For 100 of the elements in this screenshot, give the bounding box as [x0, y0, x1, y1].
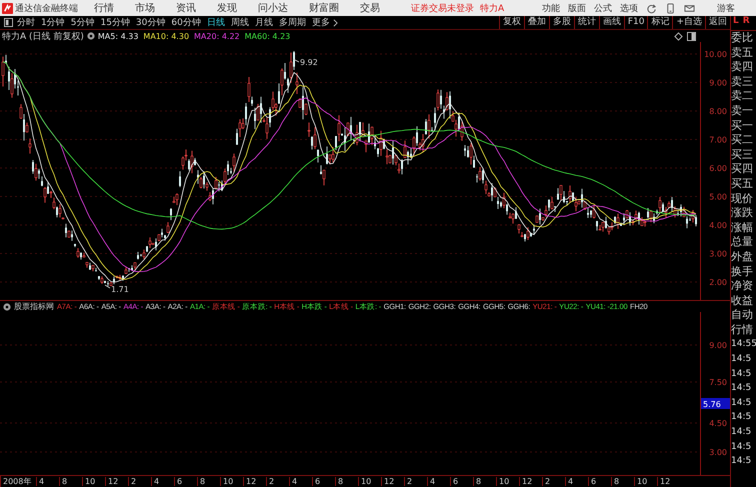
price-axis-label: 5.00 [709, 192, 727, 202]
date-axis-label: 12 [657, 477, 680, 486]
side-tab[interactable]: R [742, 16, 750, 30]
period-tab[interactable]: 周线 [230, 16, 249, 29]
leader-line [292, 58, 300, 62]
trade-time: 14:5 [731, 455, 752, 468]
settings-icon[interactable] [3, 302, 11, 310]
menu-item[interactable]: 行情 [94, 1, 114, 15]
period-tab[interactable]: 15分钟 [100, 16, 130, 29]
login-status[interactable]: 证券交易未登录 [411, 2, 474, 14]
panel-toggle-icon[interactable] [687, 32, 696, 40]
date-axis-label: 10 [496, 477, 519, 486]
date-axis-label: 4 [427, 477, 450, 486]
user-label[interactable]: 游客 [717, 2, 736, 14]
date-axis-label: 2 [266, 477, 289, 486]
quote-label: 卖五 [731, 46, 754, 60]
indicator-axis-label: 9.00 [709, 341, 727, 350]
period-tab[interactable]: 更多 [312, 16, 330, 29]
menu-item[interactable]: 市场 [135, 1, 155, 15]
period-tab[interactable]: 30分钟 [136, 16, 166, 29]
date-axis-label: 6 [450, 477, 473, 486]
caret-icon[interactable] [332, 18, 338, 26]
refresh-icon[interactable] [646, 2, 658, 14]
side-tab[interactable]: L [733, 16, 739, 30]
menu-item[interactable]: 资讯 [176, 1, 196, 15]
date-axis-label: 6 [174, 477, 197, 486]
menu-item[interactable]: 财富圈 [309, 1, 339, 15]
toolbar-button[interactable]: 多股 [548, 16, 574, 29]
moving-average-value: MA60: 4.23 [244, 32, 290, 40]
phone-icon[interactable] [665, 2, 676, 14]
price-axis-label: 10.00 [704, 50, 727, 59]
trade-time: 14:5 [731, 426, 752, 440]
menu-item[interactable]: 版面 [568, 2, 586, 14]
date-axis-label: 2 [404, 477, 427, 486]
quote-label: 涨幅 [731, 220, 754, 236]
menu-item[interactable]: 功能 [542, 2, 560, 14]
indicator-axis-label: 7.50 [709, 378, 727, 387]
price-axis-label: 8.00 [709, 107, 727, 116]
date-axis-label: 10 [358, 477, 381, 486]
low-price-label: 1.71 [111, 285, 129, 294]
date-axis-label: 12 [381, 477, 404, 486]
toolbar-button[interactable]: 统计 [574, 16, 599, 29]
toolbar-button[interactable]: 画线 [598, 16, 624, 29]
quote-label: 外盘 [731, 250, 754, 264]
panel-toggle-icon[interactable] [4, 18, 13, 27]
quote-label: 现价 [731, 192, 754, 206]
settings-icon[interactable] [86, 32, 95, 40]
date-axis-label: 4 [151, 477, 174, 486]
date-axis-label: 4 [289, 477, 312, 486]
menu-item[interactable]: 问小达 [258, 1, 288, 15]
app-title: 通达信金融终端 [15, 2, 78, 14]
trade-time: 14:5 [731, 382, 752, 396]
trade-time: 14:5 [731, 368, 752, 381]
quote-label: 涨跌 [731, 206, 754, 221]
price-axis-label: 2.00 [709, 278, 727, 287]
date-axis-label: 2008年 [0, 476, 36, 487]
current-value-badge: 5.76 [701, 398, 730, 409]
date-axis-label: 2 [542, 477, 565, 486]
toolbar-button[interactable]: 标记 [647, 16, 672, 29]
date-axis-label: 12 [243, 477, 266, 486]
period-tab[interactable]: 分时 [17, 16, 35, 29]
quote-label: 买一 [731, 118, 754, 134]
quote-label: 收益 [731, 294, 754, 308]
message-icon[interactable] [684, 2, 696, 14]
diamond-icon[interactable] [674, 32, 683, 40]
period-tab[interactable]: 5分钟 [70, 16, 94, 29]
toolbar-button[interactable]: +自选 [672, 16, 705, 29]
date-axis-label: 2 [128, 477, 151, 486]
menu-item[interactable]: 选项 [620, 2, 638, 14]
period-tab[interactable]: 日线 [206, 16, 225, 29]
chart-title: 特力A (日线 前复权) [2, 30, 84, 42]
stock-name: 特力A [480, 2, 504, 14]
price-axis-label: 3.00 [709, 250, 727, 258]
date-axis-label: 12 [519, 477, 542, 486]
moving-average-value: MA5: 4.33 [98, 32, 138, 40]
menu-item[interactable]: 发现 [217, 1, 237, 15]
date-axis-label: 12 [105, 477, 128, 486]
indicator-axis-label: 3.00 [709, 448, 727, 457]
date-axis-label: 10 [634, 477, 657, 486]
indicator-title[interactable]: 股票指标网 [14, 301, 54, 312]
menu-item[interactable]: 公式 [594, 2, 612, 14]
menu-item[interactable]: 交易 [360, 1, 380, 15]
moving-average-value: MA10: 4.30 [143, 32, 190, 40]
period-tab[interactable]: 1分钟 [41, 16, 65, 29]
date-axis-label: 6 [312, 477, 335, 486]
period-tab[interactable]: 月线 [254, 16, 273, 29]
date-axis-label: 10 [82, 477, 105, 486]
date-axis-label: 8 [59, 477, 82, 486]
toolbar-button[interactable]: 复权 [498, 16, 524, 29]
date-axis-label: 6 [588, 477, 611, 486]
quote-label: 换手 [731, 264, 754, 280]
quote-label: 卖一 [731, 104, 754, 119]
period-tab[interactable]: 多周期 [278, 16, 306, 29]
quote-label: 总量 [731, 235, 754, 250]
trade-time: 14:5 [731, 440, 752, 454]
period-tab[interactable]: 60分钟 [171, 16, 201, 29]
price-axis-label: 4.00 [709, 221, 727, 230]
indicator-axis-label: 4.50 [709, 419, 727, 428]
date-axis-label: 8 [335, 477, 358, 486]
quote-label: 卖二 [731, 89, 754, 104]
